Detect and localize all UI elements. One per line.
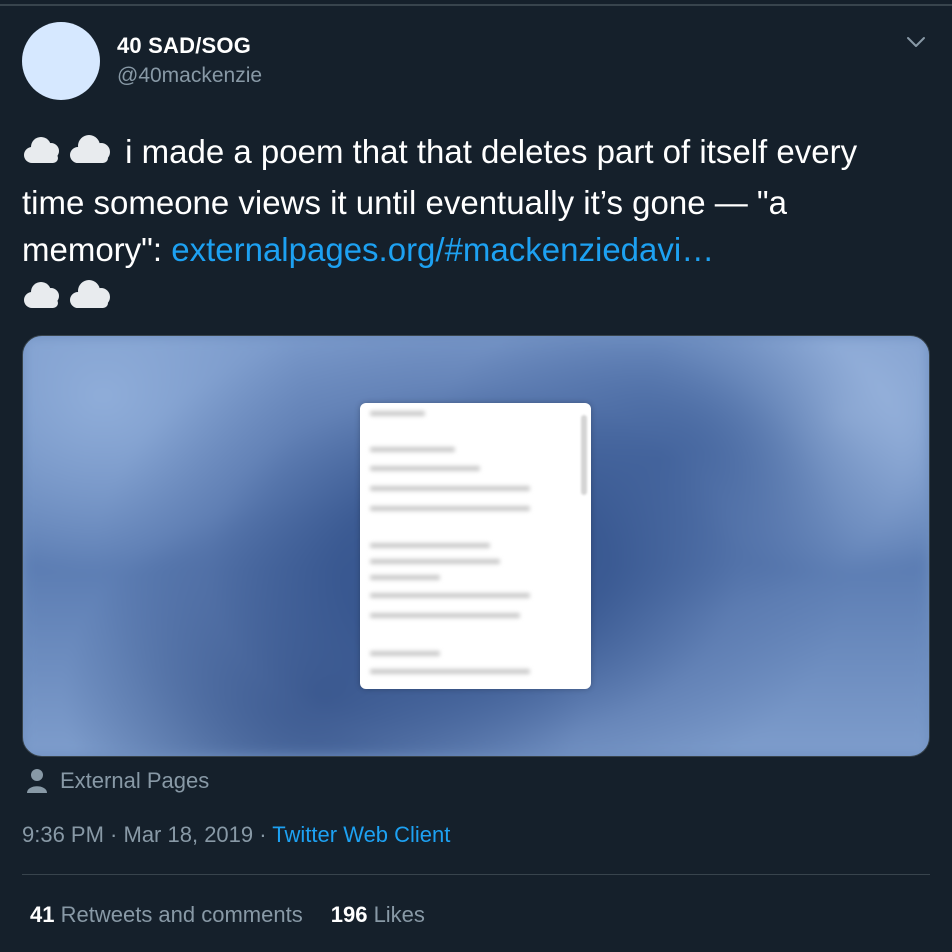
top-divider bbox=[0, 4, 952, 6]
card-source[interactable]: External Pages bbox=[26, 768, 209, 794]
user-icon bbox=[27, 769, 47, 793]
link-card[interactable] bbox=[22, 335, 930, 757]
likes-stat[interactable]: 196 Likes bbox=[331, 902, 425, 927]
meta-separator: · bbox=[253, 822, 273, 847]
stats-divider bbox=[22, 874, 930, 875]
cloud-icon bbox=[66, 277, 116, 324]
avatar[interactable] bbox=[22, 22, 100, 100]
chevron-down-icon[interactable] bbox=[904, 32, 928, 52]
retweets-count: 41 bbox=[30, 902, 55, 927]
display-name[interactable]: 40 SAD/SOG bbox=[117, 33, 251, 59]
meta-separator: · bbox=[103, 822, 124, 847]
tweet-time[interactable]: 9:36 PM bbox=[22, 822, 104, 847]
tweet-client[interactable]: Twitter Web Client bbox=[272, 822, 450, 847]
cloud-icon bbox=[22, 277, 66, 324]
retweets-label: Retweets and comments bbox=[60, 902, 303, 927]
card-source-name: External Pages bbox=[60, 768, 210, 793]
user-handle[interactable]: @40mackenzie bbox=[117, 64, 262, 88]
likes-count: 196 bbox=[330, 902, 368, 927]
tweet-meta: 9:36 PM · Mar 18, 2019 · Twitter Web Cli… bbox=[22, 822, 450, 848]
retweets-stat[interactable]: 41 Retweets and comments bbox=[30, 902, 303, 927]
cloud-icon bbox=[22, 132, 66, 179]
card-image-page-preview bbox=[360, 403, 591, 689]
cloud-icon bbox=[66, 132, 116, 179]
likes-label: Likes bbox=[373, 902, 425, 927]
tweet-text: i made a poem that that deletes part of … bbox=[22, 128, 922, 324]
tweet-date[interactable]: Mar 18, 2019 bbox=[124, 822, 254, 847]
tweet-stats: 41 Retweets and comments 196 Likes bbox=[30, 902, 425, 928]
tweet-link[interactable]: externalpages.org/#mackenziedavi… bbox=[171, 231, 714, 268]
